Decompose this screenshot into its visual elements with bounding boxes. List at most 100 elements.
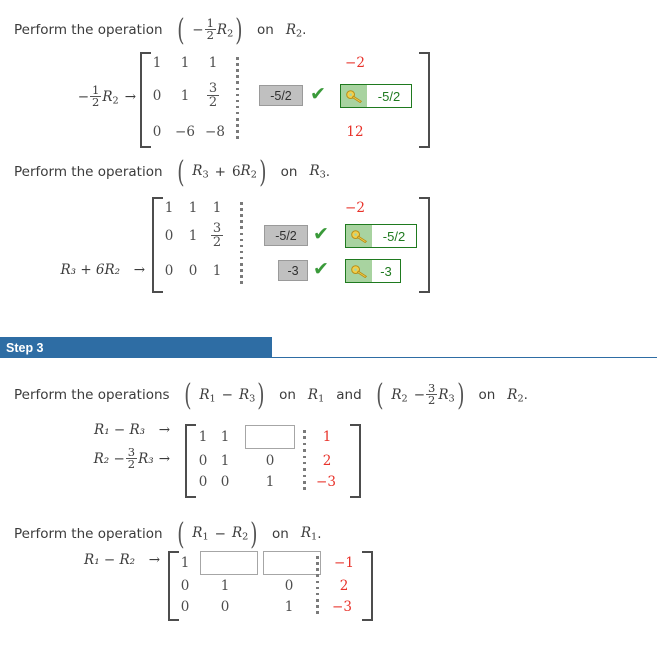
prompt-lead-1: Perform the operation — [14, 22, 163, 39]
matrix-cell-r2c3-2: 3 2 — [206, 220, 228, 251]
operation-prompt-2: Perform the operation ( R3 + 6 R2 ) on R… — [14, 154, 331, 190]
prompt-period-1: . — [302, 22, 307, 39]
matrix-aug-r1-4: −1 — [334, 555, 354, 571]
matrix-cell-r3c1-1: 0 — [152, 124, 162, 140]
matrix-aug-r3-4: −3 — [332, 599, 352, 615]
matrix-cell-r2c3-den-1: 2 — [206, 95, 220, 111]
matrix-input-r1c2-4[interactable] — [200, 551, 258, 575]
step-header-rule — [272, 357, 657, 358]
rowlabel-arrow-3a: → — [158, 422, 170, 438]
prompt-on-2: on — [478, 387, 496, 404]
op3a-operand-b: R3 — [238, 386, 256, 405]
rowlabel-3b-post: R₃ — [138, 451, 154, 468]
row-operation-label-3b: R₂ − 3 2 R₃ → — [60, 444, 170, 472]
row-operation-label-2: R₃ + 6R₂ → — [50, 262, 145, 278]
matrix-cell-r3c3-1: −8 — [205, 124, 225, 140]
answer-box-r2-2[interactable]: -5/2 — [264, 225, 308, 246]
matrix-cell-r2c1-2: 0 — [164, 228, 174, 244]
prompt-period-2: . — [325, 163, 331, 180]
augment-divider-1 — [236, 57, 239, 139]
matrix-cell-r3c1-4: 0 — [180, 599, 190, 615]
augment-divider-2 — [240, 202, 243, 284]
matrix-cell-r1c1-3: 1 — [198, 429, 208, 445]
matrix-right-bracket-3 — [350, 424, 361, 498]
augment-divider-3 — [303, 430, 306, 490]
row-operation-label-4: R₁ − R₂ → — [70, 552, 160, 568]
matrix-cell-r2c3-1: 3 2 — [202, 80, 224, 111]
op-sign-1: − — [192, 22, 204, 39]
correct-check-icon-r3-2: ✔ — [313, 258, 329, 280]
op3b-operand-b: R3 — [438, 386, 455, 405]
prompt-lead-4: Perform the operation — [14, 525, 163, 542]
rowlabel-arrow-2: → — [133, 262, 145, 278]
rowlabel-arrow-1: → — [124, 89, 136, 106]
matrix-cell-r2c2-1: 1 — [180, 88, 190, 104]
key-icon-r2-1 — [341, 85, 367, 107]
rowlabel-fraction-1: 1 2 — [90, 82, 102, 110]
op-plus-2: + — [214, 163, 226, 180]
answer-key-box-r2-2: -5/2 — [345, 224, 417, 248]
matrix-cell-r3c3-4: 1 — [284, 599, 294, 615]
correct-check-icon-r2-2: ✔ — [313, 223, 329, 245]
prompt-on-1: on — [279, 387, 296, 404]
matrix-cell-r3c2-2: 0 — [188, 263, 198, 279]
matrix-cell-r1c1-2: 1 — [164, 200, 174, 216]
matrix-cell-r2c2-4: 1 — [220, 578, 230, 594]
matrix-cell-r3c2-3: 0 — [220, 474, 230, 490]
operation-prompt-4: Perform the operation ( R1 − R2 ) on R1. — [14, 516, 322, 552]
answer-key-value-r2-1: -5/2 — [377, 88, 401, 104]
rowlabel-text-3a: R₁ − R₃ — [94, 422, 146, 438]
matrix-cell-r2c3-num-2: 3 — [212, 220, 222, 236]
op3b-fraction: 3 2 — [426, 380, 438, 408]
prompt-and: and — [336, 387, 362, 404]
answer-box-r3-2[interactable]: -3 — [278, 260, 308, 281]
op4-operand-b: R2 — [231, 525, 249, 543]
rowlabel-text-4: R₁ − R₂ — [84, 552, 136, 568]
row-operation-label-1: − 1 2 R2 → — [64, 82, 136, 110]
matrix-cell-r2c1-4: 0 — [180, 578, 190, 594]
prompt-target-2: R3 — [309, 163, 326, 181]
op3b-minus: − — [413, 387, 426, 404]
rowlabel-sign-1: − — [77, 89, 89, 106]
matrix-cell-r2c1-3: 0 — [198, 453, 208, 469]
prompt-target-1: R2 — [285, 21, 303, 40]
matrix-right-bracket-4 — [362, 551, 373, 621]
matrix-cell-r3c3-3: 1 — [265, 474, 275, 490]
matrix-cell-r1c2-3: 1 — [220, 429, 230, 445]
matrix-input-r1c3-4[interactable] — [263, 551, 321, 575]
rowlabel-3b-pre: R₂ − — [93, 451, 125, 468]
prompt-lead-3: Perform the operations — [14, 387, 170, 404]
op-fraction-denominator-1: 2 — [204, 28, 216, 43]
answer-key-box-r3-2: -3 — [345, 259, 401, 283]
matrix-aug-r3-3: −3 — [316, 474, 336, 490]
correct-check-icon-r2-1: ✔ — [310, 83, 326, 105]
matrix-cell-r3c2-4: 0 — [220, 599, 230, 615]
answer-box-r2-1[interactable]: -5/2 — [259, 85, 303, 106]
prompt-period-4: . — [317, 525, 322, 542]
prompt-mid-4: on — [272, 525, 289, 542]
augment-divider-4 — [316, 556, 319, 614]
matrix-aug-r1-3: 1 — [322, 429, 332, 445]
prompt-mid-1: on — [256, 22, 274, 39]
rowlabel-arrow-3b: → — [158, 451, 170, 468]
rowlabel-arrow-4: → — [148, 552, 160, 568]
matrix-cell-r1c1-4: 1 — [180, 555, 190, 571]
matrix-cell-r2c3-num-1: 3 — [208, 80, 218, 96]
matrix-cell-r2c3-den-2: 2 — [210, 235, 224, 251]
matrix-cell-r2c2-2: 1 — [188, 228, 198, 244]
prompt-lead-2: Perform the operation — [14, 163, 163, 180]
matrix-cell-r3c3-2: 1 — [212, 263, 222, 279]
matrix-aug-r2-3: 2 — [322, 453, 332, 469]
prompt-target-3b: R2 — [507, 386, 524, 405]
matrix-aug-r2-4: 2 — [339, 578, 349, 594]
op3a-minus: − — [221, 387, 233, 404]
key-icon-r3-2 — [346, 260, 372, 282]
matrix-input-r1c3-3[interactable] — [245, 425, 295, 449]
rowlabel-text-2: R₃ + 6R₂ — [60, 262, 121, 278]
key-icon-r2-2 — [346, 225, 372, 247]
matrix-aug-r3-1: 12 — [346, 124, 364, 140]
operation-prompt-1: Perform the operation ( − 1 2 R2 ) on R2… — [14, 13, 307, 49]
rowlabel-3b-fraction: 3 2 — [125, 444, 138, 472]
matrix-cell-r1c2-1: 1 — [180, 55, 190, 71]
operation-prompt-3: Perform the operations ( R1 − R3 ) on R1… — [14, 378, 528, 414]
